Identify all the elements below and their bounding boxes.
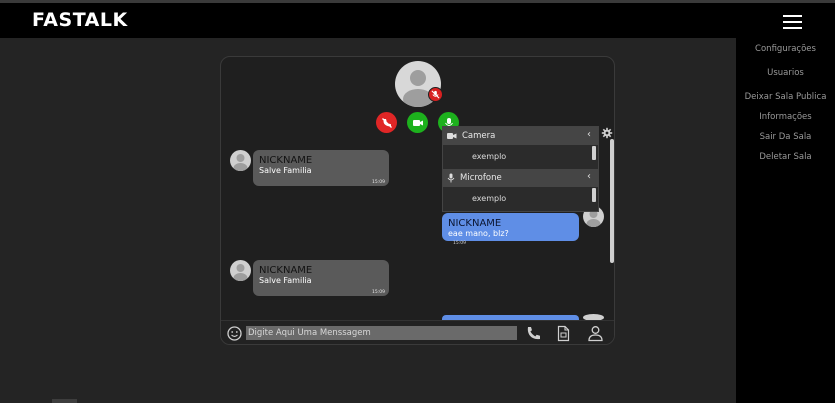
bottom-tab-indicator — [52, 399, 77, 403]
hamburger-menu-icon[interactable] — [783, 15, 802, 29]
top-bar: FASTALK — [0, 0, 835, 38]
menu-item-configuracoes[interactable]: Configurações — [736, 44, 835, 54]
message-bubble: NICKNAME Salve Familia 15:09 — [253, 260, 389, 296]
message-nickname: NICKNAME — [259, 155, 313, 166]
message-input[interactable] — [246, 326, 517, 340]
camera-option-label: exemplo — [472, 152, 507, 161]
message-time: 15:09 — [453, 241, 466, 246]
camera-list-scrollbar[interactable] — [592, 146, 596, 160]
chat-scrollbar[interactable] — [610, 139, 614, 263]
sender-avatar — [230, 150, 251, 171]
chevron-left-icon: ‹ — [587, 129, 591, 140]
user-profile-icon[interactable] — [587, 325, 604, 342]
menu-item-usuarios[interactable]: Usuarios — [736, 68, 835, 78]
message-text: eae mano, blz? — [448, 229, 509, 238]
gear-icon[interactable] — [601, 124, 613, 139]
emoji-icon[interactable] — [227, 326, 242, 341]
microphone-option-label: exemplo — [472, 194, 507, 203]
message-bubble: NICKNAME eae mano, blz? — [442, 213, 579, 241]
device-settings-panel: Camera ‹ exemplo Microfone ‹ exemplo — [442, 126, 599, 212]
menu-item-sair-da-sala[interactable]: Sair Da Sala — [736, 132, 835, 142]
microphone-label: Microfone — [460, 173, 502, 183]
phone-icon[interactable] — [525, 325, 542, 342]
chevron-left-icon: ‹ — [587, 171, 591, 182]
chat-window: NICKNAME Salve Familia 15:09 NICKNAME ea… — [220, 56, 615, 345]
menu-item-deletar-sala[interactable]: Deletar Sala — [736, 152, 835, 162]
camera-select-header[interactable]: Camera ‹ — [443, 127, 598, 145]
menu-item-deixar-sala-publica[interactable]: Deixar Sala Publica — [736, 92, 835, 102]
video-camera-button[interactable] — [407, 112, 428, 133]
message-composer — [221, 320, 614, 344]
message-nickname: NICKNAME — [448, 218, 502, 229]
microphone-list-scrollbar[interactable] — [592, 188, 596, 202]
menu-item-informacoes[interactable]: Informações — [736, 112, 835, 122]
message-bubble: NICKNAME Salve Familia 15:09 — [253, 150, 389, 186]
message-time: 15:09 — [372, 180, 385, 185]
camera-label: Camera — [462, 131, 496, 141]
side-menu: Configurações Usuarios Deixar Sala Publi… — [736, 38, 835, 403]
sender-avatar — [230, 260, 251, 281]
camera-option[interactable]: exemplo — [443, 145, 598, 168]
video-camera-icon — [447, 133, 457, 139]
microphone-icon — [447, 173, 455, 183]
message-text: Salve Familia — [259, 276, 312, 285]
microphone-option[interactable]: exemplo — [443, 187, 598, 210]
message-time: 15:09 — [372, 290, 385, 295]
hangup-button[interactable] — [376, 112, 397, 133]
app-logo[interactable]: FASTALK — [32, 9, 128, 31]
file-upload-icon[interactable] — [555, 325, 572, 342]
message-text: Salve Familia — [259, 166, 312, 175]
muted-microphone-icon — [428, 87, 443, 102]
microphone-select-header[interactable]: Microfone ‹ — [443, 169, 598, 187]
message-nickname: NICKNAME — [259, 265, 313, 276]
